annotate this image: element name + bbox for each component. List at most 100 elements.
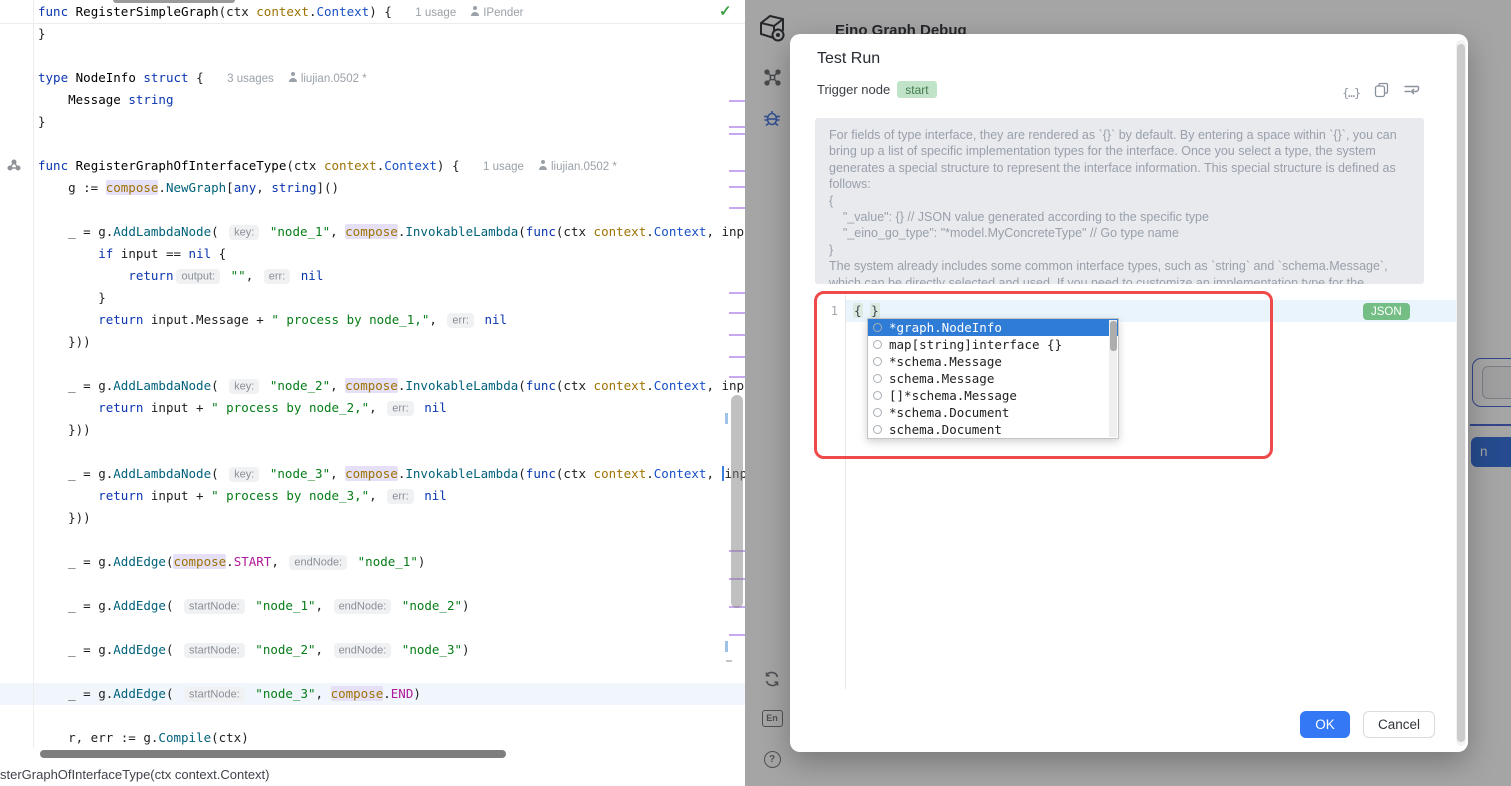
code-line[interactable]: if input == nil {: [38, 243, 745, 265]
modal-scrollbar-thumb[interactable]: [1457, 44, 1465, 742]
code-line[interactable]: func RegisterSimpleGraph(ctx context.Con…: [38, 1, 745, 23]
code-token: .: [646, 224, 654, 239]
code-line[interactable]: })): [38, 331, 745, 353]
code-line[interactable]: }: [38, 287, 745, 309]
close-brace: }: [870, 303, 880, 318]
code-token: AddLambdaNode: [113, 224, 211, 239]
code-token: .: [158, 180, 166, 195]
completion-item[interactable]: *schema.Document: [868, 404, 1118, 421]
completion-item[interactable]: []*schema.Message: [868, 387, 1118, 404]
code-line[interactable]: })): [38, 419, 745, 441]
code-token: (ctx: [556, 466, 594, 481]
code-line[interactable]: _ = g.AddLambdaNode( key: "node_3", comp…: [38, 463, 745, 485]
parameter-hint: startNode:: [184, 643, 245, 658]
code-token: ,: [246, 268, 261, 283]
code-token: _ = g.: [38, 642, 113, 657]
code-token: Context: [654, 224, 707, 239]
inspection-ok-icon[interactable]: ✓: [719, 2, 732, 20]
code-token: AddLambdaNode: [113, 466, 211, 481]
code-line[interactable]: [38, 441, 745, 463]
parameter-hint: err:: [447, 313, 474, 328]
code-token: NodeInfo: [76, 70, 136, 85]
code-token: if: [98, 246, 113, 261]
code-line[interactable]: _ = g.AddLambdaNode( key: "node_2", comp…: [38, 375, 745, 397]
code-line[interactable]: [38, 705, 745, 727]
code-line[interactable]: _ = g.AddEdge( startNode: "node_2", endN…: [38, 639, 745, 661]
code-line[interactable]: _ = g.AddLambdaNode( key: "node_1", comp…: [38, 221, 745, 243]
completion-scrollbar-thumb[interactable]: [1110, 321, 1117, 351]
completion-item[interactable]: map[string]interface {}: [868, 336, 1118, 353]
ok-button[interactable]: OK: [1300, 711, 1350, 738]
code-token: _ = g.: [38, 554, 113, 569]
code-token: 3 usages: [227, 73, 274, 85]
caret-stripe-marker: [725, 641, 728, 652]
parameter-hint: startNode:: [184, 687, 245, 702]
code-line[interactable]: }: [38, 23, 745, 45]
code-line[interactable]: _ = g.AddEdge(compose.START, endNode: "n…: [38, 551, 745, 573]
copy-icon[interactable]: [1374, 82, 1389, 103]
code-token: [38, 92, 68, 107]
code-token: AddEdge: [113, 554, 166, 569]
code-token: _ = g.: [38, 224, 113, 239]
code-token: Context: [654, 466, 707, 481]
json-format-icon[interactable]: {…}: [1342, 86, 1360, 100]
code-line[interactable]: [38, 617, 745, 639]
code-line[interactable]: [38, 529, 745, 551]
code-line[interactable]: [38, 133, 745, 155]
completion-item[interactable]: *schema.Message: [868, 353, 1118, 370]
completion-list: *graph.NodeInfomap[string]interface {}*s…: [868, 319, 1118, 438]
code-line[interactable]: return input + " process by node_2,", er…: [38, 397, 745, 419]
code-token: context: [256, 4, 309, 19]
code-token: input +: [143, 400, 211, 415]
completion-item[interactable]: *graph.NodeInfo: [868, 319, 1118, 336]
code-line[interactable]: [38, 661, 745, 683]
code-author-hint: liujian.0502 *: [288, 73, 367, 85]
code-line[interactable]: r, err := g.Compile(ctx): [38, 727, 745, 749]
cancel-button[interactable]: Cancel: [1363, 711, 1435, 738]
type-icon: [873, 357, 882, 366]
code-token: nil: [417, 400, 447, 415]
code-line[interactable]: return input.Message + " process by node…: [38, 309, 745, 331]
code-line[interactable]: Message string: [38, 89, 745, 111]
code-token: RegisterGraphOfInterfaceType: [76, 158, 287, 173]
code-line[interactable]: }: [38, 111, 745, 133]
vertical-scrollbar[interactable]: [731, 395, 743, 608]
code-editor-pane[interactable]: func RegisterSimpleGraph(ctx context.Con…: [0, 0, 745, 786]
run-graph-gutter-icon[interactable]: [6, 157, 22, 178]
vcs-change-marker: [729, 334, 745, 336]
code-line[interactable]: _ = g.AddEdge( startNode: "node_1", endN…: [38, 595, 745, 617]
code-line[interactable]: [38, 199, 745, 221]
text-cursor: [722, 466, 724, 481]
code-token: "": [223, 268, 246, 283]
code-token: START: [234, 554, 272, 569]
code-line[interactable]: return input + " process by node_3,", er…: [38, 485, 745, 507]
code-token: "node_2": [262, 378, 330, 393]
code-line[interactable]: type NodeInfo struct { 3 usagesliujian.0…: [38, 67, 745, 89]
code-line[interactable]: })): [38, 507, 745, 529]
code-token: " process by node_1,": [271, 312, 429, 327]
code-token: (: [166, 598, 181, 613]
parameter-hint: startNode:: [184, 599, 245, 614]
code-token: compose: [173, 554, 226, 569]
word-wrap-icon[interactable]: [1403, 83, 1420, 103]
code-token: InvokableLambda: [405, 466, 518, 481]
modal-title: Test Run: [817, 50, 880, 68]
type-icon: [873, 323, 882, 332]
completion-item[interactable]: schema.Message: [868, 370, 1118, 387]
completion-item[interactable]: schema.Document: [868, 421, 1118, 438]
code-line[interactable]: returnoutput: "", err: nil: [38, 265, 745, 287]
code-token: func: [38, 4, 76, 19]
code-token: NewGraph: [166, 180, 226, 195]
code-line[interactable]: [38, 353, 745, 375]
code-line[interactable]: _ = g.AddEdge( startNode: "node_3", comp…: [38, 683, 745, 705]
code-token: Context: [317, 4, 370, 19]
code-token: ): [462, 598, 470, 613]
code-line[interactable]: g := compose.NewGraph[any, string](): [38, 177, 745, 199]
code-line[interactable]: [38, 573, 745, 595]
code-token: g :=: [38, 180, 106, 195]
code-token: _ = g.: [38, 466, 113, 481]
code-token: "node_2": [248, 642, 316, 657]
horizontal-scrollbar[interactable]: [40, 750, 506, 758]
code-line[interactable]: func RegisterGraphOfInterfaceType(ctx co…: [38, 155, 745, 177]
code-line[interactable]: [38, 45, 745, 67]
